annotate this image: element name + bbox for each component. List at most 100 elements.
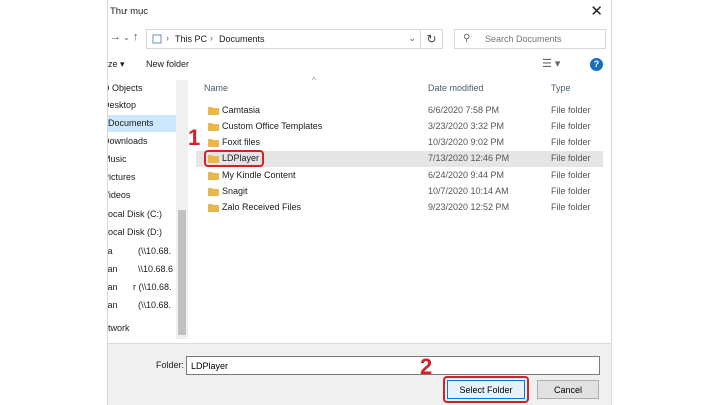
list-item[interactable]: Custom Office Templates 3/23/2020 3:32 P… <box>196 119 603 135</box>
nav-item-label: Pictures <box>108 172 136 182</box>
window-title: Thư mục <box>110 6 149 17</box>
nav-item-label: Videos <box>108 190 131 200</box>
column-header-name[interactable]: Name <box>204 83 228 93</box>
nav-item-documents[interactable]: Documents <box>108 115 176 132</box>
sort-ascending-icon: ^ <box>312 76 316 85</box>
file-list: ^ Name Date modified Type Camtasia 6/6/2… <box>188 76 609 339</box>
highlight-box <box>204 150 264 167</box>
column-header-date[interactable]: Date modified <box>428 83 484 93</box>
folder-label: Folder: <box>156 360 185 370</box>
folder-icon <box>208 139 219 147</box>
up-icon[interactable]: ↑ <box>133 31 139 43</box>
list-item[interactable]: Foxit files 10/3/2020 9:02 PM File folde… <box>196 135 603 151</box>
nav-item-network-drive-3[interactable]: can r (\\10.68. <box>108 279 172 296</box>
nav-item-local-disk-d[interactable]: Local Disk (D:) <box>108 224 162 241</box>
nav-item-path: r (\\10.68. <box>133 282 172 292</box>
close-icon[interactable]: ✕ <box>590 2 603 20</box>
nav-item-network[interactable]: etwork <box>108 320 130 337</box>
refresh-icon[interactable]: ↻ <box>421 29 443 49</box>
nav-pane-scrollbar[interactable] <box>176 80 188 339</box>
cancel-button[interactable]: Cancel <box>537 380 599 399</box>
organize-button[interactable]: ize ▾ <box>108 59 125 70</box>
item-date: 10/3/2020 9:02 PM <box>428 137 505 147</box>
nav-item-label: Desktop <box>108 100 137 110</box>
item-name: Camtasia <box>222 105 261 115</box>
item-date: 7/13/2020 12:46 PM <box>428 153 510 163</box>
view-options-icon[interactable]: ☰ ▾ <box>542 57 560 70</box>
item-type: File folder <box>551 153 591 163</box>
search-box[interactable]: ⚲ Search Documents <box>454 29 606 49</box>
title-bar: Thư mục ✕ <box>108 0 611 24</box>
select-folder-dialog: Thư mục ✕ → ⌄ ↑ › This PC › Documents ⌄ … <box>107 0 612 405</box>
dialog-footer: Folder: 2 Select Folder Cancel <box>108 343 611 405</box>
nav-item-path: (\\10.68. <box>138 246 172 256</box>
address-bar[interactable]: › This PC › Documents ⌄ <box>146 29 421 49</box>
item-type: File folder <box>551 170 591 180</box>
item-name: Zalo Received Files <box>222 202 302 212</box>
list-item-selected[interactable]: LDPlayer 7/13/2020 12:46 PM File folder <box>196 150 603 167</box>
item-name: Snagit <box>222 186 248 196</box>
nav-item-local-disk-c[interactable]: Local Disk (C:) <box>108 206 162 223</box>
recent-locations-icon[interactable]: ⌄ <box>123 33 130 42</box>
folder-icon <box>208 188 219 196</box>
help-icon[interactable]: ? <box>590 58 603 71</box>
left-margin <box>0 0 107 405</box>
new-folder-button[interactable]: New folder <box>146 59 189 69</box>
chevron-down-icon[interactable]: ⌄ <box>408 33 416 44</box>
nav-item-label: D Objects <box>108 83 143 93</box>
nav-item-network-drive-1[interactable]: ca (\\10.68. <box>108 243 171 260</box>
item-type: File folder <box>551 105 591 115</box>
nav-item-path: (\\10.68. <box>138 300 172 310</box>
item-date: 10/7/2020 10:14 AM <box>428 186 509 196</box>
scrollbar-thumb[interactable] <box>178 210 186 335</box>
list-item[interactable]: Camtasia 6/6/2020 7:58 PM File folder <box>196 103 603 119</box>
nav-item-label: can <box>108 282 118 292</box>
nav-item-label: Local Disk (D:) <box>108 227 163 237</box>
crumb-separator-icon: › <box>210 33 213 43</box>
nav-item-label: ca <box>108 246 113 256</box>
crumb-separator-icon: › <box>166 33 169 43</box>
folder-icon <box>208 107 219 115</box>
item-name: My Kindle Content <box>222 170 296 180</box>
nav-item-network-drive-4[interactable]: can (\\10.68. <box>108 297 171 314</box>
search-placeholder: Search Documents <box>485 34 562 44</box>
item-date: 6/24/2020 9:44 PM <box>428 170 505 180</box>
crumb-documents[interactable]: Documents <box>219 34 265 44</box>
nav-item-label: can <box>108 264 118 274</box>
nav-item-music[interactable]: Music <box>108 151 127 168</box>
nav-item-label: Local Disk (C:) <box>108 209 163 219</box>
item-type: File folder <box>551 137 591 147</box>
item-name: Custom Office Templates <box>222 121 323 131</box>
forward-icon[interactable]: → <box>110 31 121 43</box>
this-pc-icon <box>152 34 162 44</box>
list-item[interactable]: My Kindle Content 6/24/2020 9:44 PM File… <box>196 168 603 184</box>
select-folder-button[interactable]: Select Folder <box>447 380 525 399</box>
nav-item-label: Music <box>108 154 127 164</box>
folder-input[interactable] <box>186 356 600 375</box>
item-type: File folder <box>551 121 591 131</box>
nav-item-pictures[interactable]: Pictures <box>108 169 136 186</box>
item-name: Foxit files <box>222 137 261 147</box>
item-date: 3/23/2020 3:32 PM <box>428 121 505 131</box>
folder-icon <box>208 172 219 180</box>
item-type: File folder <box>551 186 591 196</box>
folder-icon <box>208 204 219 212</box>
nav-item-downloads[interactable]: Downloads <box>108 133 148 150</box>
list-item[interactable]: Zalo Received Files 9/23/2020 12:52 PM F… <box>196 200 603 216</box>
right-margin <box>612 0 720 405</box>
nav-item-path: \\10.68.6 <box>138 264 174 274</box>
nav-item-videos[interactable]: Videos <box>108 187 130 204</box>
nav-item-label: etwork <box>108 323 130 333</box>
crumb-this-pc[interactable]: This PC <box>175 34 207 44</box>
step-2-badge: 2 <box>420 354 433 379</box>
nav-item-3d-objects[interactable]: D Objects <box>108 80 143 97</box>
navigation-bar: → ⌄ ↑ › This PC › Documents ⌄ ↻ ⚲ Search… <box>108 27 611 51</box>
nav-item-desktop[interactable]: Desktop <box>108 97 136 114</box>
nav-item-network-drive-2[interactable]: can \\10.68.6 <box>108 261 173 278</box>
column-header-type[interactable]: Type <box>551 83 571 93</box>
item-date: 9/23/2020 12:52 PM <box>428 202 510 212</box>
nav-item-label: can <box>108 300 118 310</box>
step-1-badge: 1 <box>188 125 201 150</box>
item-date: 6/6/2020 7:58 PM <box>428 105 500 115</box>
list-item[interactable]: Snagit 10/7/2020 10:14 AM File folder <box>196 184 603 200</box>
